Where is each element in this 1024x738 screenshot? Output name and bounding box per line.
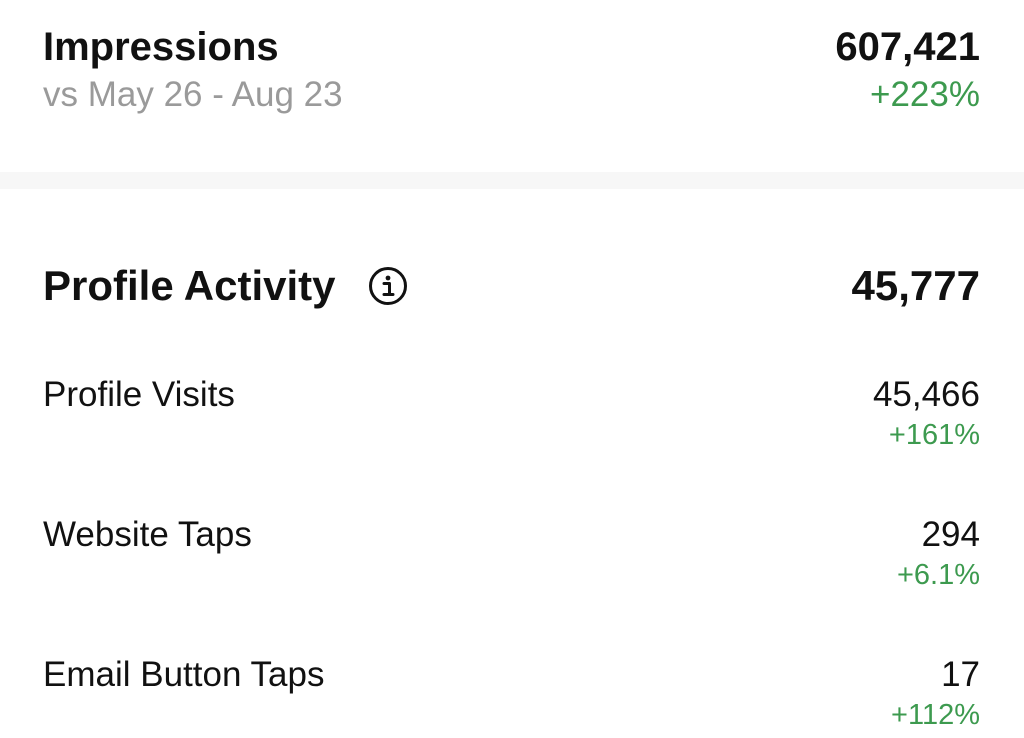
metric-row-email-button-taps[interactable]: Email Button Taps 17 +112% (0, 654, 1024, 738)
impressions-comparison-period: vs May 26 - Aug 23 (43, 75, 343, 114)
metric-label: Profile Visits (43, 375, 235, 414)
impressions-change: +223% (870, 75, 980, 114)
metric-change: +161% (888, 419, 980, 451)
profile-activity-header: Profile Activity 45,777 (0, 258, 1024, 314)
metric-change: +112% (891, 699, 980, 731)
metric-value: 45,466 (872, 375, 980, 414)
profile-activity-title: Profile Activity (43, 262, 336, 309)
metric-change: +6.1% (896, 559, 980, 591)
metric-value: 17 (941, 655, 980, 694)
metric-row-website-taps[interactable]: Website Taps 294 +6.1% (0, 514, 1024, 604)
metric-label: Email Button Taps (43, 655, 325, 694)
metric-label: Website Taps (43, 515, 252, 554)
metric-row-profile-visits[interactable]: Profile Visits 45,466 +161% (0, 374, 1024, 464)
info-circle-icon[interactable] (367, 265, 409, 307)
metric-value: 294 (921, 515, 980, 554)
insights-page: Impressions vs May 26 - Aug 23 607,421 +… (0, 0, 1024, 738)
profile-activity-value: 45,777 (851, 262, 980, 309)
impressions-section[interactable]: Impressions vs May 26 - Aug 23 607,421 +… (0, 0, 1024, 172)
impressions-title: Impressions (43, 25, 279, 69)
section-divider (0, 172, 1024, 189)
impressions-value: 607,421 (835, 25, 980, 69)
